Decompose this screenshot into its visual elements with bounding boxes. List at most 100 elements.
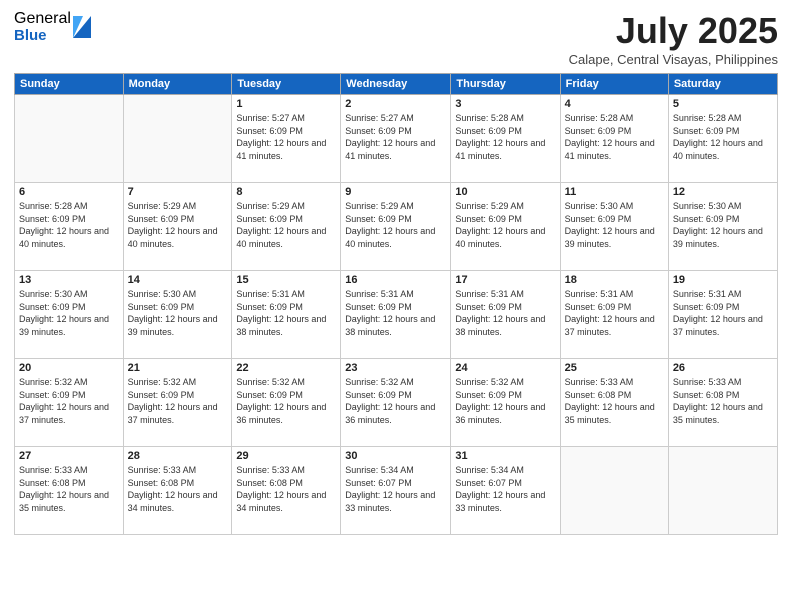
table-row: 2 Sunrise: 5:27 AM Sunset: 6:09 PM Daylig… [341,95,451,183]
day-info: Sunrise: 5:32 AM Sunset: 6:09 PM Dayligh… [128,376,228,426]
day-number: 7 [128,186,228,198]
col-friday: Friday [560,74,668,95]
day-info: Sunrise: 5:29 AM Sunset: 6:09 PM Dayligh… [455,200,555,250]
day-number: 8 [236,186,336,198]
table-row: 3 Sunrise: 5:28 AM Sunset: 6:09 PM Daylig… [451,95,560,183]
day-number: 15 [236,274,336,286]
calendar-week-2: 6Sunrise: 5:28 AM Sunset: 6:09 PM Daylig… [15,183,778,271]
header-row: Sunday Monday Tuesday Wednesday Thursday… [15,74,778,95]
calendar-week-3: 13 Sunrise: 5:30 AM Sunset: 6:09 PM Dayli… [15,271,778,359]
table-row [15,95,124,183]
day-info: Sunrise: 5:32 AM Sunset: 6:09 PM Dayligh… [455,376,555,426]
header: General Blue July 2025 Calape, Central V… [14,10,778,67]
day-number: 28 [128,450,228,462]
day-info: Sunrise: 5:27 AM Sunset: 6:09 PM Dayligh… [345,112,446,162]
day-number: 22 [236,362,336,374]
table-row: 5 Sunrise: 5:28 AM Sunset: 6:09 PM Daylig… [668,95,777,183]
col-sunday: Sunday [15,74,124,95]
table-row: 12 Sunrise: 5:30 AM Sunset: 6:09 PM Dayli… [668,183,777,271]
month-title: July 2025 [569,10,778,52]
page: General Blue July 2025 Calape, Central V… [0,0,792,612]
day-number: 30 [345,450,446,462]
day-number: 25 [565,362,664,374]
table-row: 6Sunrise: 5:28 AM Sunset: 6:09 PM Daylig… [15,183,124,271]
calendar-table: Sunday Monday Tuesday Wednesday Thursday… [14,73,778,535]
table-row: 23Sunrise: 5:32 AM Sunset: 6:09 PM Dayli… [341,359,451,447]
table-row: 28Sunrise: 5:33 AM Sunset: 6:08 PM Dayli… [123,447,232,535]
day-number: 17 [455,274,555,286]
table-row: 18Sunrise: 5:31 AM Sunset: 6:09 PM Dayli… [560,271,668,359]
day-number: 3 [455,98,555,110]
table-row: 24 Sunrise: 5:32 AM Sunset: 6:09 PM Dayli… [451,359,560,447]
table-row [560,447,668,535]
day-info: Sunrise: 5:32 AM Sunset: 6:09 PM Dayligh… [345,376,446,426]
day-number: 2 [345,98,446,110]
location: Calape, Central Visayas, Philippines [569,52,778,67]
table-row: 11Sunrise: 5:30 AM Sunset: 6:09 PM Dayli… [560,183,668,271]
logo-general: General [14,10,71,28]
day-number: 14 [128,274,228,286]
day-info: Sunrise: 5:31 AM Sunset: 6:09 PM Dayligh… [673,288,773,338]
day-number: 4 [565,98,664,110]
day-number: 12 [673,186,773,198]
day-info: Sunrise: 5:28 AM Sunset: 6:09 PM Dayligh… [455,112,555,162]
day-number: 31 [455,450,555,462]
day-info: Sunrise: 5:29 AM Sunset: 6:09 PM Dayligh… [128,200,228,250]
col-monday: Monday [123,74,232,95]
table-row: 4 Sunrise: 5:28 AM Sunset: 6:09 PM Daylig… [560,95,668,183]
col-thursday: Thursday [451,74,560,95]
table-row: 10 Sunrise: 5:29 AM Sunset: 6:09 PM Dayli… [451,183,560,271]
table-row: 31Sunrise: 5:34 AM Sunset: 6:07 PM Dayli… [451,447,560,535]
day-info: Sunrise: 5:33 AM Sunset: 6:08 PM Dayligh… [19,464,119,514]
day-info: Sunrise: 5:30 AM Sunset: 6:09 PM Dayligh… [19,288,119,338]
day-info: Sunrise: 5:29 AM Sunset: 6:09 PM Dayligh… [236,200,336,250]
day-info: Sunrise: 5:27 AM Sunset: 6:09 PM Dayligh… [236,112,336,162]
day-info: Sunrise: 5:28 AM Sunset: 6:09 PM Dayligh… [565,112,664,162]
table-row: 21 Sunrise: 5:32 AM Sunset: 6:09 PM Dayli… [123,359,232,447]
col-wednesday: Wednesday [341,74,451,95]
table-row: 14 Sunrise: 5:30 AM Sunset: 6:09 PM Dayli… [123,271,232,359]
table-row: 25Sunrise: 5:33 AM Sunset: 6:08 PM Dayli… [560,359,668,447]
day-info: Sunrise: 5:34 AM Sunset: 6:07 PM Dayligh… [345,464,446,514]
day-info: Sunrise: 5:31 AM Sunset: 6:09 PM Dayligh… [565,288,664,338]
table-row: 22 Sunrise: 5:32 AM Sunset: 6:09 PM Dayli… [232,359,341,447]
table-row: 20Sunrise: 5:32 AM Sunset: 6:09 PM Dayli… [15,359,124,447]
day-info: Sunrise: 5:30 AM Sunset: 6:09 PM Dayligh… [128,288,228,338]
day-info: Sunrise: 5:30 AM Sunset: 6:09 PM Dayligh… [673,200,773,250]
title-section: July 2025 Calape, Central Visayas, Phili… [569,10,778,67]
table-row [668,447,777,535]
day-number: 21 [128,362,228,374]
table-row: 8 Sunrise: 5:29 AM Sunset: 6:09 PM Daylig… [232,183,341,271]
day-number: 16 [345,274,446,286]
day-info: Sunrise: 5:33 AM Sunset: 6:08 PM Dayligh… [236,464,336,514]
table-row: 16 Sunrise: 5:31 AM Sunset: 6:09 PM Dayli… [341,271,451,359]
table-row: 27 Sunrise: 5:33 AM Sunset: 6:08 PM Dayli… [15,447,124,535]
day-number: 20 [19,362,119,374]
table-row: 13 Sunrise: 5:30 AM Sunset: 6:09 PM Dayli… [15,271,124,359]
logo: General Blue [14,10,91,44]
day-info: Sunrise: 5:32 AM Sunset: 6:09 PM Dayligh… [236,376,336,426]
calendar-week-5: 27 Sunrise: 5:33 AM Sunset: 6:08 PM Dayli… [15,447,778,535]
day-number: 10 [455,186,555,198]
day-number: 9 [345,186,446,198]
col-tuesday: Tuesday [232,74,341,95]
day-info: Sunrise: 5:33 AM Sunset: 6:08 PM Dayligh… [673,376,773,426]
day-info: Sunrise: 5:28 AM Sunset: 6:09 PM Dayligh… [19,200,119,250]
day-number: 13 [19,274,119,286]
table-row [123,95,232,183]
logo-text: General Blue [14,10,71,44]
calendar-week-1: 1Sunrise: 5:27 AM Sunset: 6:09 PM Daylig… [15,95,778,183]
table-row: 19Sunrise: 5:31 AM Sunset: 6:09 PM Dayli… [668,271,777,359]
day-number: 24 [455,362,555,374]
day-info: Sunrise: 5:31 AM Sunset: 6:09 PM Dayligh… [455,288,555,338]
day-info: Sunrise: 5:31 AM Sunset: 6:09 PM Dayligh… [345,288,446,338]
table-row: 30 Sunrise: 5:34 AM Sunset: 6:07 PM Dayli… [341,447,451,535]
calendar-week-4: 20 Sunrise: 5:32 AM Sunset: 6:09 PM Dayli… [15,359,778,447]
table-row: 26 Sunrise: 5:33 AM Sunset: 6:08 PM Dayli… [668,359,777,447]
day-info: Sunrise: 5:28 AM Sunset: 6:09 PM Dayligh… [673,112,773,162]
day-info: Sunrise: 5:31 AM Sunset: 6:09 PM Dayligh… [236,288,336,338]
day-number: 26 [673,362,773,374]
day-number: 27 [19,450,119,462]
day-number: 5 [673,98,773,110]
table-row: 17 Sunrise: 5:31 AM Sunset: 6:09 PM Dayli… [451,271,560,359]
